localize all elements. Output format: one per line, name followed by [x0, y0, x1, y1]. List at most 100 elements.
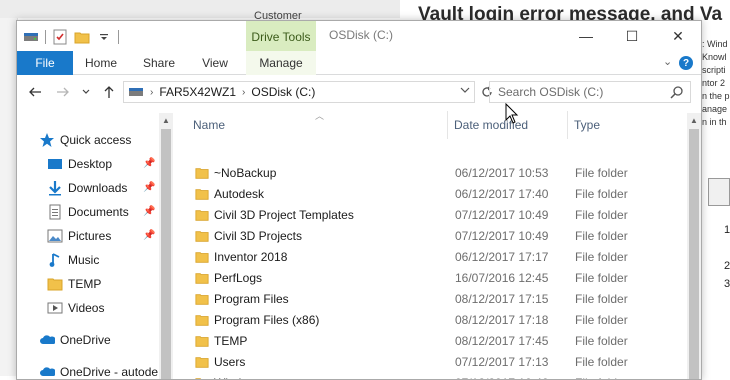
pin-icon[interactable]: 📌 — [143, 158, 155, 169]
maximize-button[interactable]: ☐ — [609, 21, 655, 51]
pin-icon[interactable]: 📌 — [143, 206, 155, 217]
file-type: File folder — [575, 208, 628, 222]
background-number: 2 — [724, 260, 730, 272]
file-row[interactable]: Users 07/12/2017 17:13 File folder — [187, 352, 687, 373]
search-input[interactable]: Search OSDisk (C:) — [489, 81, 691, 103]
background-text-line: n in th — [702, 117, 727, 127]
file-type: File folder — [575, 313, 628, 327]
tab-home[interactable]: Home — [79, 51, 123, 75]
file-row[interactable]: Civil 3D Project Templates 07/12/2017 10:… — [187, 205, 687, 226]
file-date-modified: 08/12/2017 17:15 — [455, 292, 549, 306]
file-date-modified: 16/07/2016 12:45 — [455, 271, 549, 285]
mouse-cursor-icon — [505, 103, 519, 124]
file-row[interactable]: ~NoBackup 06/12/2017 10:53 File folder — [187, 163, 687, 184]
nav-label: Documents — [68, 205, 129, 219]
folder-icon — [195, 210, 209, 221]
file-type: File folder — [575, 229, 628, 243]
file-row[interactable]: Autodesk 06/12/2017 17:40 File folder — [187, 184, 687, 205]
file-date-modified: 07/12/2017 10:49 — [455, 229, 549, 243]
file-list: ︿ Name Date modified Type ~NoBackup 06/12… — [187, 111, 687, 379]
file-row[interactable]: Windows 07/12/2017 10:46 File folder — [187, 373, 687, 379]
back-button[interactable] — [25, 82, 45, 102]
help-icon[interactable]: ? — [679, 56, 693, 70]
scrollbar-thumb[interactable] — [161, 129, 171, 379]
file-name: Autodesk — [214, 187, 265, 201]
address-field[interactable]: › FAR5X42WZ1 › OSDisk (C:) — [123, 81, 475, 103]
up-button[interactable] — [99, 82, 119, 102]
file-name: Program Files — [214, 292, 289, 306]
scroll-up-icon[interactable]: ▲ — [687, 113, 701, 127]
tab-share[interactable]: Share — [137, 51, 181, 75]
background-text-line: anage — [702, 104, 728, 114]
background-text-line: n the p — [702, 91, 730, 101]
folder-icon — [195, 273, 209, 284]
folder-icon — [195, 336, 209, 347]
file-row[interactable]: Program Files (x86) 08/12/2017 17:18 File … — [187, 310, 687, 331]
breadcrumb-computer[interactable]: FAR5X42WZ1 — [159, 85, 236, 99]
file-name: Civil 3D Projects — [214, 229, 303, 243]
file-date-modified: 06/12/2017 17:17 — [455, 250, 549, 264]
forward-button[interactable] — [53, 82, 73, 102]
column-header-type[interactable]: Type — [574, 111, 674, 139]
file-type: File folder — [575, 376, 628, 379]
nav-label: TEMP — [68, 277, 102, 291]
file-date-modified: 07/12/2017 17:13 — [455, 355, 549, 369]
new-folder-icon[interactable] — [74, 29, 90, 45]
file-list-scrollbar[interactable]: ▲ — [687, 113, 701, 379]
scroll-up-icon[interactable]: ▲ — [159, 113, 173, 127]
file-date-modified: 07/12/2017 10:49 — [455, 208, 549, 222]
file-date-modified: 06/12/2017 17:40 — [455, 187, 549, 201]
folder-icon — [195, 378, 202, 379]
background-button[interactable] — [708, 178, 730, 206]
scrollbar-thumb[interactable] — [689, 129, 699, 379]
pin-icon[interactable]: 📌 — [143, 182, 155, 193]
expand-ribbon-button[interactable]: ⌄ — [663, 55, 672, 68]
column-header-name[interactable]: Name — [193, 111, 443, 139]
music-icon — [47, 252, 63, 268]
file-type: File folder — [575, 271, 628, 285]
file-row[interactable]: Civil 3D Projects 07/12/2017 10:49 File fo… — [187, 226, 687, 247]
background-number: 3 — [724, 278, 730, 290]
folder-icon — [195, 231, 209, 242]
back-arrow-icon — [29, 87, 41, 97]
search-placeholder: Search OSDisk (C:) — [498, 85, 604, 99]
minimize-button[interactable]: — — [563, 21, 609, 51]
folder-icon — [195, 252, 209, 263]
nav-label: OneDrive - autode — [60, 365, 159, 379]
videos-icon — [47, 300, 63, 316]
file-row[interactable]: TEMP 08/12/2017 17:45 File folder — [187, 331, 687, 352]
breadcrumb-separator-icon[interactable]: › — [150, 87, 153, 98]
tab-manage[interactable]: Manage — [246, 51, 316, 75]
qat-separator — [45, 30, 46, 44]
file-type: File folder — [575, 250, 628, 264]
file-type: File folder — [575, 166, 628, 180]
file-name: ~NoBackup — [214, 166, 277, 180]
breadcrumb-drive[interactable]: OSDisk (C:) — [251, 85, 315, 99]
breadcrumb-separator-icon[interactable]: › — [242, 87, 245, 98]
customize-qat-icon[interactable] — [96, 29, 112, 45]
chevron-down-icon — [82, 89, 90, 94]
star-icon — [39, 132, 55, 148]
tab-file[interactable]: File — [17, 51, 73, 75]
drive-icon — [128, 85, 144, 99]
pin-icon[interactable]: 📌 — [143, 230, 155, 241]
tab-view[interactable]: View — [193, 51, 237, 75]
file-date-modified: 08/12/2017 17:45 — [455, 334, 549, 348]
documents-icon — [47, 204, 63, 220]
column-divider[interactable] — [447, 111, 448, 139]
file-name: TEMP — [214, 334, 248, 348]
address-dropdown-icon[interactable] — [460, 85, 470, 96]
folder-icon — [195, 315, 209, 326]
properties-icon[interactable] — [52, 29, 68, 45]
column-divider[interactable] — [567, 111, 568, 139]
close-button[interactable]: ✕ — [655, 21, 701, 51]
file-name: Windows — [214, 376, 263, 379]
file-row[interactable]: Program Files 08/12/2017 17:15 File folder — [187, 289, 687, 310]
nav-pane-scrollbar[interactable]: ▲ — [159, 113, 173, 379]
file-row[interactable]: Inventor 2018 06/12/2017 17:17 File folder — [187, 247, 687, 268]
search-icon[interactable] — [670, 85, 684, 102]
background-text-line: ntor 2 — [702, 78, 726, 88]
file-row[interactable]: PerfLogs 16/07/2016 12:45 File folder — [187, 268, 687, 289]
recent-locations-button[interactable] — [79, 82, 93, 102]
quick-access-toolbar — [23, 27, 119, 47]
